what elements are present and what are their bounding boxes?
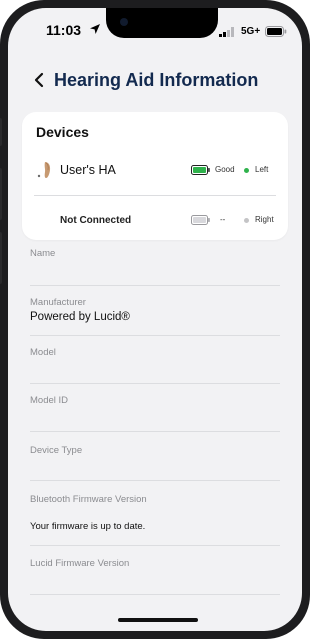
device-row-right[interactable]: Not Connected -- Right — [22, 202, 288, 238]
field-label: Name — [30, 248, 56, 259]
field-label: Model ID — [30, 395, 69, 406]
device-side: Right — [255, 215, 274, 224]
volume-up-button — [0, 168, 2, 220]
field-divider — [30, 285, 280, 286]
field-divider — [30, 335, 280, 336]
status-time: 11:03 — [46, 22, 82, 38]
device-name: Not Connected — [60, 215, 132, 226]
field-value: Powered by Lucid® — [30, 311, 130, 323]
field-divider — [30, 480, 280, 481]
field-name: Name — [30, 248, 280, 262]
field-label: Device Type — [30, 445, 83, 456]
chevron-left-icon[interactable] — [30, 68, 50, 92]
hearing-aid-icon — [37, 162, 51, 178]
camera-notch — [106, 8, 218, 38]
battery-empty-icon — [191, 215, 210, 225]
field-bluetooth-firmware: Bluetooth Firmware Version Your firmware… — [30, 494, 280, 532]
field-divider — [30, 383, 280, 384]
field-model: Model — [30, 347, 280, 361]
front-camera — [120, 18, 128, 26]
battery-status: -- — [220, 215, 226, 224]
battery-status: Good — [215, 165, 235, 174]
field-lucid-firmware: Lucid Firmware Version — [30, 558, 280, 572]
phone-frame: 11:03 5G+ Hearing Aid Information Device… — [0, 0, 310, 639]
network-type: 5G+ — [241, 26, 261, 37]
app-screen: 11:03 5G+ Hearing Aid Information Device… — [8, 8, 302, 631]
devices-card: Devices User's HA Good Left Not Connecte… — [22, 112, 288, 240]
field-model-id: Model ID — [30, 395, 280, 409]
field-label: Manufacturer — [30, 297, 86, 308]
field-label: Lucid Firmware Version — [30, 558, 130, 569]
field-label: Bluetooth Firmware Version — [30, 494, 147, 505]
connection-status-dot — [244, 218, 249, 223]
device-side: Left — [255, 165, 269, 174]
field-manufacturer: Manufacturer Powered by Lucid® — [30, 297, 280, 323]
signal-bars-icon — [219, 27, 234, 37]
location-arrow-icon — [90, 24, 100, 34]
connection-status-dot — [244, 168, 249, 173]
page-title: Hearing Aid Information — [54, 70, 259, 90]
nav-bar: Hearing Aid Information — [8, 66, 302, 96]
battery-full-icon — [191, 165, 210, 175]
volume-down-button — [0, 232, 2, 284]
mute-switch — [0, 118, 2, 146]
field-divider — [30, 594, 280, 595]
card-divider — [34, 195, 276, 196]
devices-heading: Devices — [36, 124, 89, 140]
field-label: Model — [30, 347, 56, 358]
device-row-left[interactable]: User's HA Good Left — [22, 152, 288, 188]
field-value: Your firmware is up to date. — [30, 521, 146, 532]
field-device-type: Device Type — [30, 445, 280, 459]
battery-icon — [265, 26, 287, 37]
device-name: User's HA — [60, 163, 116, 177]
home-indicator[interactable] — [118, 618, 198, 622]
field-divider — [30, 431, 280, 432]
field-divider — [30, 545, 280, 546]
